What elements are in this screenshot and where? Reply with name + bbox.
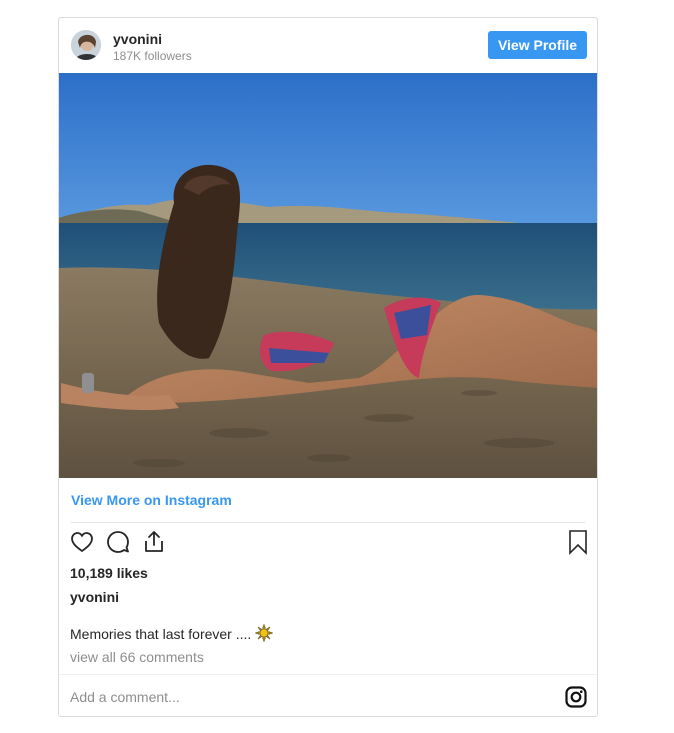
heart-icon[interactable] <box>69 529 97 557</box>
post-image[interactable] <box>59 73 597 478</box>
share-icon[interactable] <box>141 529 169 557</box>
instagram-icon[interactable] <box>565 686 587 708</box>
comment-bar: Add a comment... <box>59 674 597 716</box>
caption: Memories that last forever .... <box>70 623 274 645</box>
comment-icon[interactable] <box>105 529 133 557</box>
post-header: yvonini 187K followers View Profile <box>59 18 597 73</box>
follower-count: 187K followers <box>113 49 192 63</box>
caption-text: Memories that last forever .... <box>70 626 252 642</box>
view-all-comments-link[interactable]: view all 66 comments <box>70 649 204 665</box>
avatar[interactable] <box>71 30 101 60</box>
divider <box>71 522 585 523</box>
view-profile-button[interactable]: View Profile <box>488 31 587 59</box>
bookmark-icon[interactable] <box>566 529 594 557</box>
add-comment-input[interactable]: Add a comment... <box>70 689 180 705</box>
sun-emoji <box>254 623 274 645</box>
caption-username[interactable]: yvonini <box>70 589 119 605</box>
username[interactable]: yvonini <box>113 31 162 47</box>
instagram-embed-card: yvonini 187K followers View Profile View… <box>58 17 598 717</box>
likes-count[interactable]: 10,189 likes <box>70 565 148 581</box>
beach-photo <box>59 73 597 478</box>
view-more-link[interactable]: View More on Instagram <box>71 492 232 508</box>
